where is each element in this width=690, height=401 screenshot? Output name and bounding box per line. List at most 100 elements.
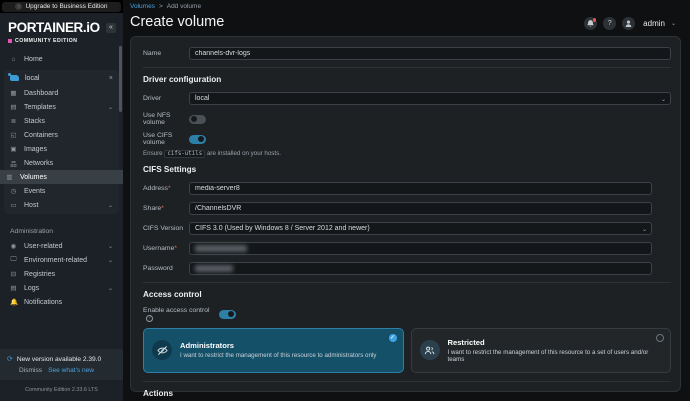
nfs-toggle-row: Use NFS volume bbox=[143, 112, 671, 126]
divider bbox=[143, 67, 671, 68]
sidebar-item-containers[interactable]: ◱ Containers bbox=[4, 128, 119, 142]
administration-section-label: Administration bbox=[4, 220, 119, 239]
address-input[interactable] bbox=[189, 182, 652, 195]
whats-new-link[interactable]: See what's new bbox=[48, 367, 94, 374]
upgrade-icon: ↑ bbox=[15, 3, 22, 10]
breadcrumb-current: Add volume bbox=[167, 3, 201, 10]
sidebar-item-logs[interactable]: ▤ Logs ⌄ bbox=[4, 281, 119, 295]
driver-row: Driver local ⌄ bbox=[143, 92, 671, 105]
sidebar-item-host[interactable]: ▭ Host ⌄ bbox=[4, 198, 119, 212]
divider bbox=[143, 282, 671, 283]
cifs-settings-heading: CIFS Settings bbox=[143, 165, 671, 174]
sidebar-item-notifications[interactable]: 🔔 Notifications bbox=[4, 295, 119, 309]
enable-access-toggle[interactable] bbox=[219, 310, 236, 319]
sidebar-item-home[interactable]: ⌂ Home bbox=[4, 52, 119, 66]
sidebar-item-user-related[interactable]: ◉ User-related ⌄ bbox=[4, 239, 119, 253]
cifs-toggle-row: Use CIFS volume bbox=[143, 132, 671, 146]
username-label[interactable]: admin bbox=[643, 19, 665, 28]
sidebar-item-registries[interactable]: ⊟ Registries bbox=[4, 267, 119, 281]
sidebar: ↑ Upgrade to Business Edition PORTAINER.… bbox=[0, 0, 123, 401]
sidebar-item-networks[interactable]: 品 Networks bbox=[4, 156, 119, 170]
breadcrumb-volumes-link[interactable]: Volumes bbox=[130, 3, 155, 10]
sidebar-item-stacks[interactable]: ≣ Stacks bbox=[4, 114, 119, 128]
sidebar-scrollbar[interactable] bbox=[119, 46, 122, 112]
divider bbox=[143, 381, 671, 382]
radio-checked-icon[interactable]: ✓ bbox=[389, 334, 397, 342]
environment-box: local × ▦ Dashboard ▤ Templates ⌄ ≣ Stac… bbox=[4, 70, 119, 214]
address-row: Address* bbox=[143, 182, 671, 195]
administrators-title: Administrators bbox=[180, 341, 376, 350]
breadcrumb-separator: > bbox=[159, 3, 163, 10]
driver-select[interactable]: local ⌄ bbox=[189, 92, 671, 105]
cifs-note: Ensure cifs-utils are installed on your … bbox=[143, 150, 671, 157]
ownership-options: Administrators I want to restrict the ma… bbox=[143, 328, 671, 373]
refresh-icon: ⟳ bbox=[7, 355, 13, 363]
username-label: Username* bbox=[143, 245, 189, 252]
logs-icon: ▤ bbox=[10, 284, 17, 292]
notifications-button[interactable] bbox=[584, 17, 597, 30]
sidebar-item-volumes[interactable]: ▥ Volumes bbox=[0, 170, 123, 184]
sidebar-item-events[interactable]: ◷ Events bbox=[4, 184, 119, 198]
radio-unchecked-icon[interactable] bbox=[656, 334, 664, 342]
top-strip: ↑ Upgrade to Business Edition bbox=[0, 0, 123, 13]
dashboard-icon: ▦ bbox=[10, 89, 17, 97]
name-input[interactable] bbox=[189, 47, 671, 60]
environment-local[interactable]: local × bbox=[4, 70, 119, 86]
ownership-restricted-card[interactable]: Restricted I want to restrict the manage… bbox=[411, 328, 672, 373]
nfs-toggle-label: Use NFS volume bbox=[143, 112, 189, 126]
chevron-down-icon: ⌄ bbox=[642, 226, 647, 233]
sidebar-nav: ⌂ Home local × ▦ Dashboard ▤ Templates ⌄ bbox=[0, 50, 123, 343]
address-label: Address* bbox=[143, 185, 189, 192]
password-row: Password bbox=[143, 262, 671, 275]
username-input[interactable] bbox=[189, 242, 652, 255]
restricted-title: Restricted bbox=[448, 338, 663, 347]
enable-access-label: Enable access control? bbox=[143, 307, 219, 322]
sidebar-item-environment-related[interactable]: 🖵 Environment-related ⌄ bbox=[4, 253, 119, 267]
users-group-icon bbox=[420, 340, 440, 360]
main-content: Volumes > Add volume Create volume ? adm… bbox=[123, 0, 690, 401]
close-icon[interactable]: × bbox=[109, 75, 113, 82]
sidebar-item-images[interactable]: ▣ Images bbox=[4, 142, 119, 156]
cifs-toggle-label: Use CIFS volume bbox=[143, 132, 189, 146]
cifs-version-row: CIFS Version CIFS 3.0 (Used by Windows 8… bbox=[143, 222, 671, 235]
password-input[interactable] bbox=[189, 262, 652, 275]
edition-version-label: Community Edition 2.33.6 LTS bbox=[0, 380, 123, 401]
name-label: Name bbox=[143, 50, 189, 57]
actions-heading: Actions bbox=[143, 389, 671, 398]
portainer-logo: PORTAINER.iO bbox=[8, 20, 100, 35]
update-text: New version available 2.39.0 bbox=[17, 356, 101, 363]
cifs-version-select[interactable]: CIFS 3.0 (Used by Windows 8 / Server 201… bbox=[189, 222, 652, 235]
ownership-administrators-card[interactable]: Administrators I want to restrict the ma… bbox=[143, 328, 404, 373]
create-volume-card: Name Driver configuration Driver local ⌄… bbox=[130, 36, 681, 392]
cifs-utils-code: cifs-utils bbox=[164, 150, 205, 158]
edition-badge-icon bbox=[8, 39, 12, 43]
share-label: Share* bbox=[143, 205, 189, 212]
administrators-desc: I want to restrict the management of thi… bbox=[180, 352, 376, 359]
networks-icon: 品 bbox=[10, 158, 17, 168]
bell-icon: 🔔 bbox=[10, 298, 17, 306]
nfs-volume-toggle[interactable] bbox=[189, 115, 206, 124]
sidebar-item-templates[interactable]: ▤ Templates ⌄ bbox=[4, 100, 119, 114]
user-icon bbox=[625, 20, 632, 27]
cifs-volume-toggle[interactable] bbox=[189, 135, 206, 144]
redacted-username-value bbox=[195, 245, 247, 252]
help-button[interactable]: ? bbox=[603, 17, 616, 30]
upgrade-button[interactable]: ↑ Upgrade to Business Edition bbox=[2, 2, 121, 12]
update-notice: ⟳ New version available 2.39.0 Dismiss S… bbox=[0, 349, 123, 380]
password-label: Password bbox=[143, 265, 189, 272]
upgrade-label: Upgrade to Business Edition bbox=[25, 3, 107, 10]
chevron-down-icon: ⌄ bbox=[108, 104, 113, 111]
breadcrumb: Volumes > Add volume bbox=[130, 0, 686, 10]
sidebar-item-dashboard[interactable]: ▦ Dashboard bbox=[4, 86, 119, 100]
user-avatar[interactable] bbox=[622, 17, 635, 30]
enable-access-row: Enable access control? bbox=[143, 307, 671, 322]
dismiss-link[interactable]: Dismiss bbox=[19, 367, 42, 374]
chevron-down-icon[interactable]: ⌄ bbox=[671, 20, 676, 27]
sidebar-collapse-button[interactable]: « bbox=[106, 23, 116, 33]
name-row: Name bbox=[143, 47, 671, 60]
restricted-desc: I want to restrict the management of thi… bbox=[448, 349, 663, 363]
share-input[interactable] bbox=[189, 202, 652, 215]
username-row: Username* bbox=[143, 242, 671, 255]
edition-badge: COMMUNITY EDITION bbox=[0, 35, 123, 50]
chevron-down-icon: ⌄ bbox=[108, 257, 113, 264]
